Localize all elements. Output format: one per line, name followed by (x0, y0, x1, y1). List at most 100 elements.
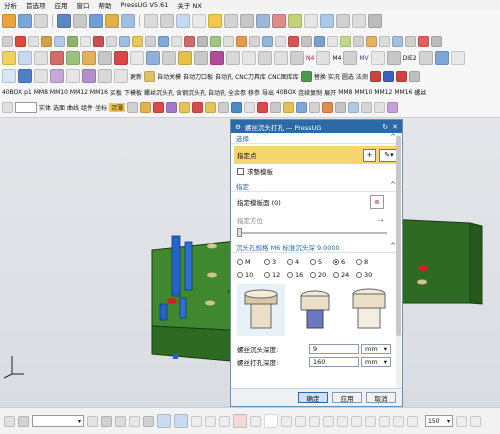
tb-mm10[interactable]: MM10 (50, 89, 68, 96)
zoom-combo[interactable]: 150 ▾ (425, 415, 453, 427)
tool-icon[interactable] (194, 51, 208, 65)
tool-icon[interactable] (162, 51, 176, 65)
tool-icon[interactable] (130, 51, 144, 65)
tool-icon[interactable] (296, 102, 308, 113)
tool-icon[interactable] (98, 69, 112, 83)
tb-mm8[interactable]: MM8 (34, 89, 48, 96)
menu-analysis[interactable]: 分析 (4, 0, 17, 10)
apply-button[interactable]: 应用 (332, 392, 362, 403)
select-icon[interactable] (192, 14, 206, 28)
tb-component[interactable]: 组件 (81, 103, 93, 112)
measure-label[interactable]: 法测 (356, 72, 368, 81)
tool-icon[interactable] (101, 415, 112, 427)
tool-icon[interactable] (132, 35, 143, 47)
close-icon[interactable]: ✕ (392, 123, 398, 131)
tool-icon[interactable] (343, 51, 358, 65)
tool-icon[interactable] (456, 415, 467, 427)
tb-40box[interactable]: 40BOX (2, 89, 22, 96)
tool-icon[interactable] (205, 102, 217, 113)
tool-icon[interactable] (314, 35, 325, 47)
menu-icon[interactable] (2, 102, 13, 113)
size-radio-16[interactable]: 16 (287, 271, 310, 279)
tb-copy[interactable]: 连续复制 (298, 88, 322, 97)
tool-icon[interactable] (386, 51, 401, 65)
new-file-icon[interactable] (2, 14, 16, 28)
section-spec-header[interactable]: 沉头孔规格 M6 标准沉头深 9.0000 ^ (231, 242, 402, 253)
tool-icon[interactable] (41, 35, 52, 47)
require-template-checkbox[interactable] (237, 167, 244, 175)
cube-icon[interactable] (57, 14, 71, 28)
tool-icon[interactable] (300, 70, 312, 82)
section-specify-header[interactable]: 指定 ^ (231, 181, 402, 192)
circle-select-label[interactable]: 圆选 (342, 72, 354, 81)
tool-icon[interactable] (361, 102, 373, 113)
tool-icon[interactable] (249, 35, 260, 47)
tool-icon[interactable] (262, 35, 273, 47)
tool-icon[interactable] (353, 35, 364, 47)
tool-icon[interactable] (153, 102, 165, 113)
tool-icon[interactable] (418, 51, 433, 65)
tool-icon[interactable] (382, 70, 394, 82)
tool-icon[interactable] (283, 102, 295, 113)
tool-icon[interactable] (178, 51, 192, 65)
tool-icon[interactable] (392, 35, 403, 47)
tool-icon[interactable] (34, 69, 48, 83)
tool-icon[interactable] (352, 14, 366, 28)
tool-icon[interactable] (379, 415, 390, 427)
tool-icon[interactable] (114, 69, 128, 83)
tb-lower-plate[interactable]: 下模板 (124, 88, 142, 97)
drill-unit-select[interactable]: mm ▾ (361, 357, 391, 367)
tool-icon[interactable] (309, 415, 320, 427)
section-icon[interactable] (256, 14, 270, 28)
size-radio-24[interactable]: 24 (333, 271, 356, 279)
tool-icon[interactable] (93, 35, 104, 47)
cnc-drawing-lib-label[interactable]: CNC图库库 (268, 72, 299, 81)
size-radio-4[interactable]: 4 (287, 258, 306, 266)
arrow-snap-icon[interactable] (174, 414, 188, 428)
selection-filter-combo[interactable]: ▾ (32, 415, 84, 427)
tool-icon[interactable] (257, 102, 269, 113)
tb-auto-hole[interactable]: 自动孔 (208, 88, 226, 97)
tool-icon[interactable] (210, 51, 224, 65)
tool-icon[interactable] (18, 51, 32, 65)
slider-thumb[interactable] (237, 228, 242, 237)
tool-icon[interactable] (379, 35, 390, 47)
dialog-scrollbar[interactable] (396, 134, 401, 388)
size-radio-30[interactable]: 30 (356, 271, 379, 279)
tool-icon[interactable] (340, 35, 351, 47)
size-radio-10[interactable]: 10 (237, 271, 264, 279)
crosshair-icon[interactable]: ⊕ (370, 195, 384, 209)
tb-mm16[interactable]: MM16 (90, 89, 108, 96)
tool-icon[interactable] (450, 51, 465, 65)
snap-point-icon[interactable] (2, 35, 13, 47)
tool-icon[interactable] (146, 51, 160, 65)
tool-icon[interactable] (66, 51, 80, 65)
filter-icon[interactable] (18, 415, 29, 427)
tool-icon[interactable] (281, 415, 292, 427)
tool-icon[interactable] (171, 35, 182, 47)
grid-icon[interactable] (304, 14, 318, 28)
tb-screw-counterbore[interactable]: 螺丝沉头孔 (144, 88, 174, 97)
tool-icon[interactable] (129, 415, 140, 427)
require-template-row[interactable]: 求整模板 (231, 164, 402, 178)
tool-icon[interactable] (184, 35, 195, 47)
curve-icon[interactable] (191, 415, 202, 427)
tool-icon[interactable] (365, 415, 376, 427)
tb-all[interactable]: 全余参 (228, 88, 246, 97)
size-radio-12[interactable]: 12 (264, 271, 287, 279)
tool-icon[interactable] (348, 102, 360, 113)
angle-icon[interactable] (205, 415, 216, 427)
tool-icon[interactable] (370, 51, 385, 65)
tool-icon[interactable] (82, 51, 96, 65)
measure-icon[interactable] (272, 14, 286, 28)
auto-edge-label[interactable]: 自动刀口板 (183, 72, 213, 81)
tool-icon[interactable] (275, 35, 286, 47)
highlight-icon[interactable] (208, 14, 222, 28)
die2-label[interactable]: DIE2 (403, 55, 417, 62)
tool-icon[interactable] (18, 69, 32, 83)
tool-icon[interactable] (179, 102, 191, 113)
plus-icon[interactable] (264, 414, 278, 428)
tool-icon[interactable] (106, 35, 117, 47)
tool-icon[interactable] (158, 35, 169, 47)
size-radio-m[interactable]: M (237, 258, 256, 266)
